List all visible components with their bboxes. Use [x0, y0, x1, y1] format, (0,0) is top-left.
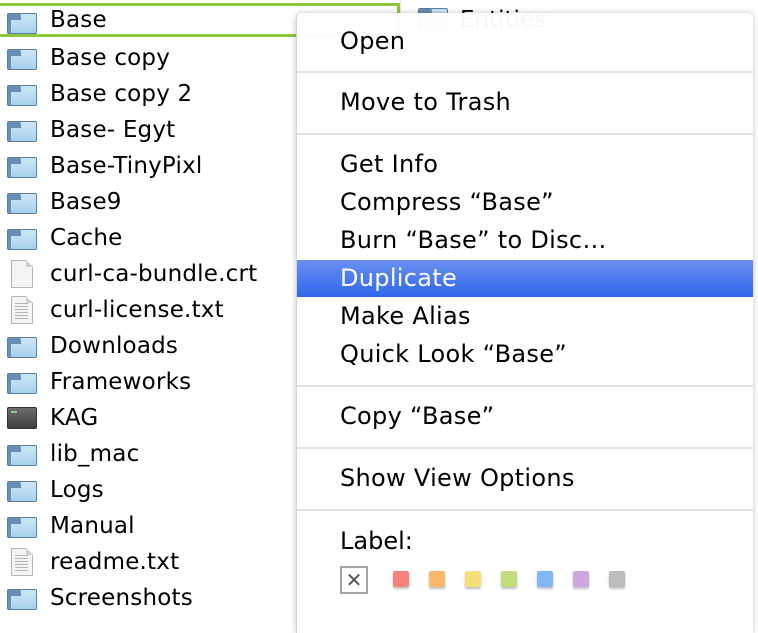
terminal-executable-icon: [7, 406, 37, 430]
file-name: Base copy 2: [50, 81, 193, 107]
menu-item-show-view-options[interactable]: Show View Options: [297, 460, 753, 496]
file-name: KAG: [50, 405, 99, 431]
folder-icon: [7, 586, 37, 610]
menu-item-move-to-trash[interactable]: Move to Trash: [297, 84, 753, 120]
file-name: curl-license.txt: [50, 297, 224, 323]
folder-icon: [7, 154, 37, 178]
document-icon: [7, 260, 37, 288]
menu-separator: [297, 509, 753, 511]
folder-icon: [7, 226, 37, 250]
label-color-red[interactable]: [393, 571, 409, 587]
file-name: curl-ca-bundle.crt: [50, 261, 258, 287]
file-name: Frameworks: [50, 369, 192, 395]
label-color-purple[interactable]: [573, 571, 589, 587]
menu-item-quick-look[interactable]: Quick Look “Base”: [297, 336, 753, 372]
text-document-icon: [7, 296, 37, 324]
menu-separator: [297, 447, 753, 449]
menu-item-open[interactable]: Open: [297, 23, 753, 59]
label-color-green[interactable]: [501, 571, 517, 587]
menu-separator: [297, 133, 753, 135]
file-name: Downloads: [50, 333, 179, 359]
folder-icon: [7, 46, 37, 70]
folder-icon: [7, 478, 37, 502]
file-name: Base9: [50, 189, 122, 215]
label-color-yellow[interactable]: [465, 571, 481, 587]
file-name: Base copy: [50, 45, 171, 71]
label-color-gray[interactable]: [609, 571, 625, 587]
file-name: Base: [50, 7, 107, 33]
folder-icon: [7, 118, 37, 142]
text-document-icon: [7, 548, 37, 576]
file-name: Manual: [50, 513, 135, 539]
folder-icon: [7, 370, 37, 394]
folder-icon: [7, 10, 37, 34]
file-name: readme.txt: [50, 549, 180, 575]
label-section-title: Label:: [340, 527, 413, 555]
context-menu: Open Move to Trash Get Info Compress “Ba…: [296, 13, 753, 633]
menu-item-burn-to-disc[interactable]: Burn “Base” to Disc…: [297, 222, 753, 258]
file-name: lib_mac: [50, 441, 140, 467]
folder-icon: [7, 190, 37, 214]
menu-item-copy[interactable]: Copy “Base”: [297, 398, 753, 434]
menu-separator: [297, 385, 753, 387]
label-color-blue[interactable]: [537, 571, 553, 587]
folder-icon: [7, 442, 37, 466]
folder-icon: [7, 82, 37, 106]
file-name: Logs: [50, 477, 104, 503]
label-color-orange[interactable]: [429, 571, 445, 587]
menu-separator: [297, 71, 753, 73]
file-name: Base-TinyPixl: [50, 153, 203, 179]
menu-item-compress[interactable]: Compress “Base”: [297, 184, 753, 220]
file-name: Screenshots: [50, 585, 193, 611]
file-name: Base- Egyt: [50, 117, 176, 143]
file-name: Cache: [50, 225, 123, 251]
menu-item-duplicate[interactable]: Duplicate: [297, 260, 753, 297]
folder-icon: [7, 514, 37, 538]
label-none-button[interactable]: ✕: [340, 566, 368, 594]
menu-item-make-alias[interactable]: Make Alias: [297, 298, 753, 334]
folder-icon: [7, 334, 37, 358]
menu-item-get-info[interactable]: Get Info: [297, 146, 753, 182]
